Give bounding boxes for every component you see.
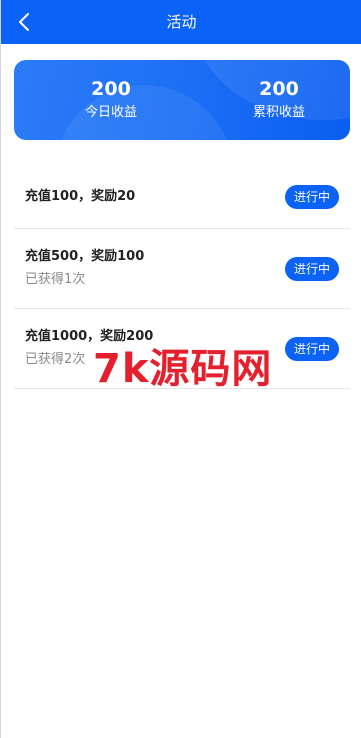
activity-subtitle: 已获得1次 (25, 272, 86, 287)
activity-item: 充值100，奖励20 进行中 (14, 149, 350, 229)
status-button[interactable]: 进行中 (285, 185, 339, 209)
activity-page: 活动 200 今日收益 200 累积收益 充值100，奖励20 进行中 充值50… (0, 0, 361, 738)
earnings-summary-card: 200 今日收益 200 累积收益 (14, 60, 350, 140)
activity-title: 充值1000，奖励200 (25, 329, 154, 344)
today-earnings-label: 今日收益 (84, 105, 137, 120)
today-earnings-value: 200 (91, 78, 131, 100)
status-button[interactable]: 进行中 (285, 337, 339, 361)
status-button[interactable]: 进行中 (285, 257, 339, 281)
total-earnings-value: 200 (259, 78, 299, 100)
activity-title: 充值100，奖励20 (25, 189, 136, 204)
page-title: 活动 (166, 13, 197, 31)
total-earnings-label: 累积收益 (252, 105, 305, 120)
top-bar: 活动 (1, 0, 361, 44)
watermark-logo: 7k源码网 (93, 346, 273, 392)
total-earnings: 200 累积收益 (224, 60, 334, 122)
activity-subtitle: 已获得2次 (25, 352, 86, 367)
activity-item: 充值500，奖励100 已获得1次 进行中 (14, 229, 350, 309)
today-earnings: 200 今日收益 (56, 60, 166, 122)
activity-title: 充值500，奖励100 (25, 249, 145, 264)
